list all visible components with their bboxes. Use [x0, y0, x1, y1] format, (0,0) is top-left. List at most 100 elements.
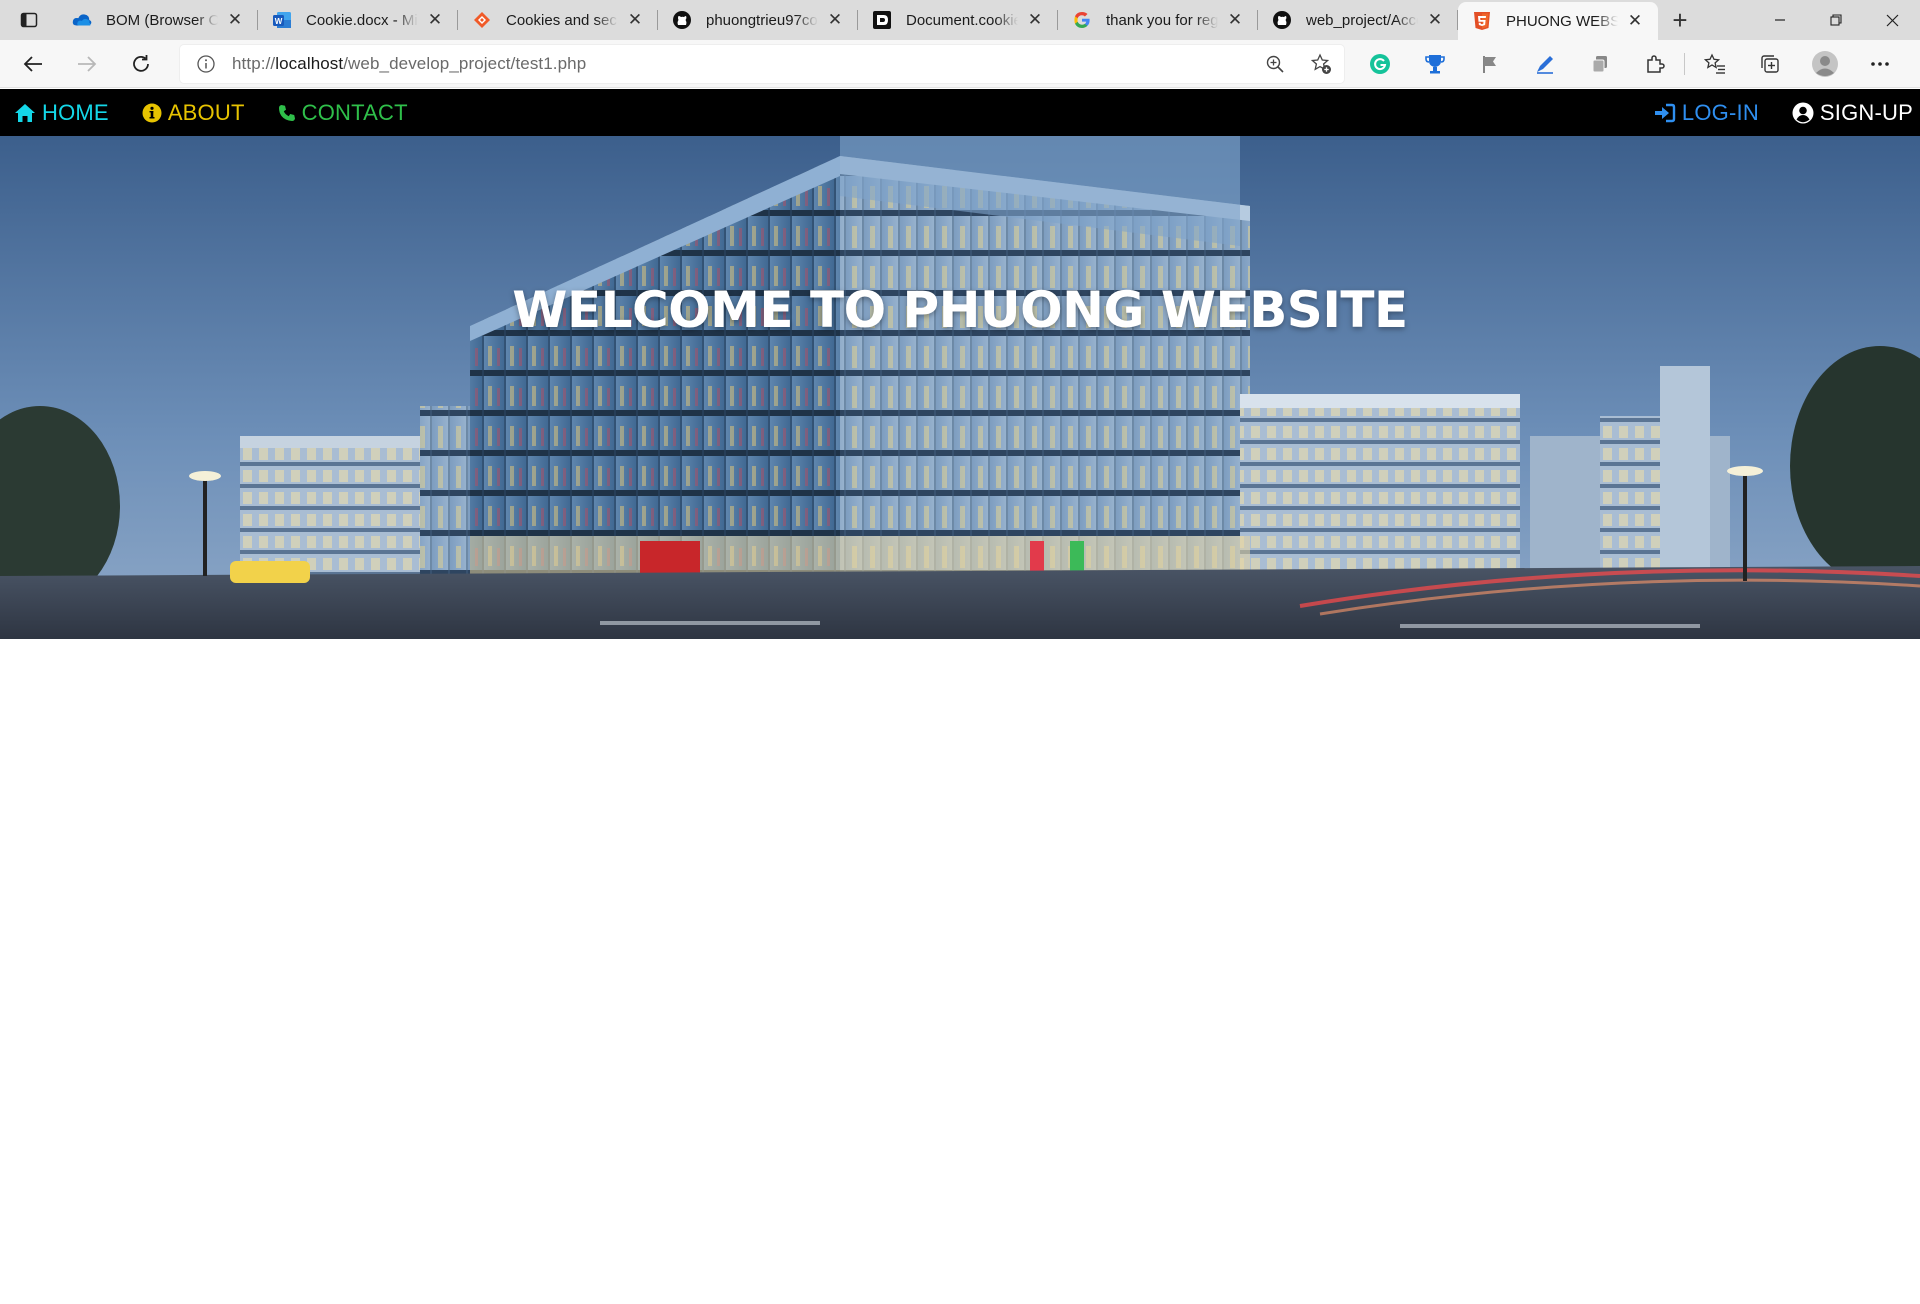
collections-icon: [1760, 55, 1779, 73]
nav-auth-links: LOG-IN SIGN-UP: [1654, 89, 1920, 136]
sign-in-icon: [1654, 103, 1676, 123]
github-icon: [1272, 10, 1292, 30]
forward-button[interactable]: [60, 44, 114, 84]
url-path: /web_develop_project/test1.php: [343, 54, 587, 73]
settings-more-button[interactable]: [1852, 44, 1907, 84]
user-circle-icon: [1792, 102, 1814, 124]
copy-icon: [1592, 56, 1607, 73]
add-favorite-button[interactable]: [1298, 46, 1344, 82]
google-icon: [1072, 10, 1092, 30]
close-icon[interactable]: ✕: [824, 9, 846, 31]
browser-tab-strip: BOM (Browser Object Model) ✕ W Cookie.do…: [0, 0, 1920, 40]
pen-extension-button[interactable]: [1517, 44, 1572, 84]
close-icon[interactable]: ✕: [624, 9, 646, 31]
browser-tab[interactable]: web_project/Account ✕: [1258, 0, 1458, 40]
collections-button[interactable]: [1742, 44, 1797, 84]
github-icon: [672, 10, 692, 30]
site-info-icon[interactable]: [180, 54, 232, 74]
tab-title: thank you for registering: [1106, 11, 1218, 29]
flag-icon: [1482, 56, 1496, 73]
nav-signup-link[interactable]: SIGN-UP: [1792, 89, 1913, 136]
browser-tab[interactable]: phuongtrieu97com ✕: [658, 0, 858, 40]
hero-background-image: [0, 136, 1920, 639]
forward-arrow-icon: [78, 55, 97, 72]
refresh-button[interactable]: [114, 44, 168, 84]
tab-title: phuongtrieu97com: [706, 11, 818, 29]
svg-text:W: W: [275, 17, 283, 26]
toolbar-divider: [1684, 53, 1685, 75]
close-window-button[interactable]: [1864, 0, 1920, 40]
html5-icon: [1472, 11, 1492, 31]
url-prefix: http://: [232, 54, 276, 73]
grammarly-icon: [1369, 54, 1390, 74]
browser-tab[interactable]: thank you for registering ✕: [1058, 0, 1258, 40]
window-controls: [1752, 0, 1920, 40]
tab-title: web_project/Account: [1306, 11, 1418, 29]
pen-icon: [1536, 56, 1553, 74]
tab-title: Cookie.docx - Microsoft Word: [306, 11, 418, 29]
profile-button[interactable]: [1797, 44, 1852, 84]
info-circle-icon: [142, 103, 162, 123]
star-add-icon: [1310, 53, 1331, 74]
close-icon[interactable]: ✕: [1024, 9, 1046, 31]
nav-home-label: HOME: [42, 99, 109, 125]
favorites-button[interactable]: [1687, 44, 1742, 84]
close-icon: [1886, 14, 1898, 26]
devdocs-icon: [872, 10, 892, 30]
restore-button[interactable]: [1808, 0, 1864, 40]
grammarly-extension-button[interactable]: [1352, 44, 1407, 84]
extensions-bar: [1352, 44, 1907, 84]
nav-home-link[interactable]: HOME: [14, 89, 109, 136]
browser-tab[interactable]: BOM (Browser Object Model) ✕: [58, 0, 258, 40]
word-icon: W: [272, 10, 292, 30]
tab-title: Cookies and security: [506, 11, 618, 29]
trophy-icon: [1424, 55, 1445, 74]
puzzle-icon: [1646, 55, 1665, 73]
address-bar[interactable]: http://localhost/web_develop_project/tes…: [180, 45, 1344, 83]
url-host: localhost: [275, 54, 344, 73]
home-icon: [14, 103, 36, 123]
zoom-in-icon: [1266, 55, 1284, 73]
minimize-button[interactable]: [1752, 0, 1808, 40]
browser-toolbar: http://localhost/web_develop_project/tes…: [0, 40, 1920, 88]
zoom-button[interactable]: [1252, 46, 1298, 82]
close-icon[interactable]: ✕: [1624, 10, 1646, 32]
close-icon[interactable]: ✕: [1424, 9, 1446, 31]
tab-actions-icon: [20, 12, 38, 28]
nav-contact-label: CONTACT: [301, 99, 408, 125]
url-text[interactable]: http://localhost/web_develop_project/tes…: [232, 54, 1252, 74]
tab-title: BOM (Browser Object Model): [106, 11, 218, 29]
browser-tab[interactable]: Document.cookie ✕: [858, 0, 1058, 40]
avatar-icon: [1811, 51, 1838, 77]
tab-actions-button[interactable]: [0, 0, 58, 40]
new-tab-button[interactable]: +: [1658, 0, 1702, 40]
flag-extension-button[interactable]: [1462, 44, 1517, 84]
browser-tab[interactable]: W Cookie.docx - Microsoft Word ✕: [258, 0, 458, 40]
trophy-extension-button[interactable]: [1407, 44, 1462, 84]
favorites-list-icon: [1703, 53, 1725, 74]
close-icon[interactable]: ✕: [1224, 9, 1246, 31]
nav-contact-link[interactable]: CONTACT: [278, 89, 408, 136]
nav-signup-label: SIGN-UP: [1819, 99, 1913, 125]
restore-icon: [1830, 14, 1842, 26]
refresh-icon: [133, 54, 149, 72]
back-arrow-icon: [23, 55, 42, 72]
close-icon[interactable]: ✕: [424, 9, 446, 31]
more-horizontal-icon: [1870, 62, 1889, 66]
copy-extension-button[interactable]: [1572, 44, 1627, 84]
browser-tab[interactable]: Cookies and security ✕: [458, 0, 658, 40]
close-icon[interactable]: ✕: [224, 9, 246, 31]
phone-icon: [278, 104, 296, 122]
nav-login-link[interactable]: LOG-IN: [1654, 89, 1759, 136]
nav-about-link[interactable]: ABOUT: [142, 89, 245, 136]
back-button[interactable]: [6, 44, 60, 84]
nav-about-label: ABOUT: [167, 99, 245, 125]
extensions-button[interactable]: [1627, 44, 1682, 84]
browser-tab-active[interactable]: PHUONG WEBSITE ✕: [1458, 2, 1658, 40]
tab-title: PHUONG WEBSITE: [1506, 12, 1618, 30]
onedrive-cloud-icon: [72, 10, 92, 30]
minimize-icon: [1775, 19, 1785, 21]
site-navbar: HOME ABOUT CONTACT LOG-IN SIGN-UP: [0, 89, 1920, 136]
page-viewport: HOME ABOUT CONTACT LOG-IN SIGN-UP WELCOM…: [0, 89, 1920, 1304]
hero-banner: WELCOME TO PHUONG WEBSITE: [0, 136, 1920, 639]
